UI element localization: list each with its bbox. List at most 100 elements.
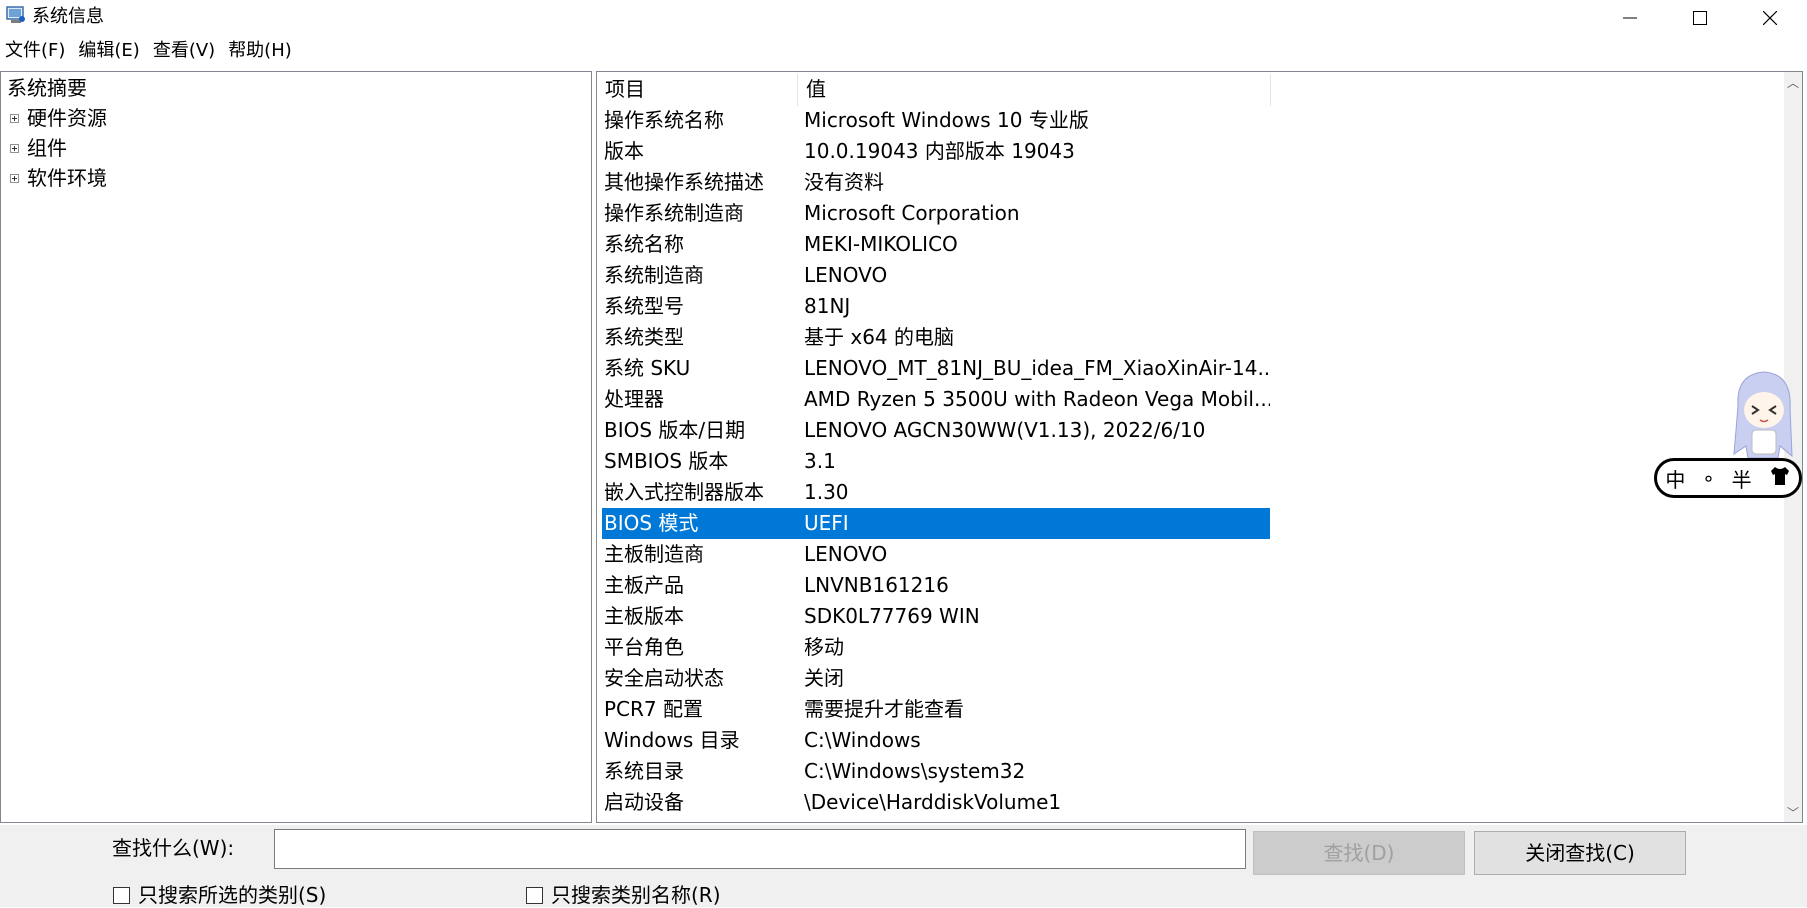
search-category-names-label: 只搜索类别名称(R) [551, 883, 721, 907]
tree-item-software-environment[interactable]: 软件环境 [27, 164, 107, 192]
window-title: 系统信息 [32, 6, 104, 27]
row-item-value: LENOVO_MT_81NJ_BU_idea_FM_XiaoXinAir-14.… [804, 356, 1270, 380]
tree-item-components[interactable]: 组件 [27, 134, 67, 162]
details-list[interactable]: 项目 值 操作系统名称 Microsoft Windows 10 专业版版本 10.… [596, 71, 1803, 823]
list-row[interactable]: Windows 目录 C:\Windows [602, 725, 1270, 756]
list-row[interactable]: 安全启动状态 关闭 [602, 663, 1270, 694]
ime-mascot-image[interactable] [1728, 366, 1798, 462]
row-item-name: 系统目录 [604, 759, 684, 783]
find-label: 查找什么(W): [112, 836, 235, 860]
row-item-value: 关闭 [804, 666, 844, 690]
chevron-down-icon: ﹀ [1786, 805, 1799, 820]
row-item-value: 10.0.19043 内部版本 19043 [804, 139, 1075, 163]
column-header-value[interactable]: 值 [798, 74, 1270, 104]
row-item-name: 其他操作系统描述 [604, 170, 764, 194]
row-item-name: 系统制造商 [604, 263, 704, 287]
ime-mode-chinese[interactable]: 中 [1665, 464, 1685, 493]
search-category-names-checkbox[interactable]: 只搜索类别名称(R) [526, 882, 721, 908]
list-row[interactable]: 处理器 AMD Ryzen 5 3500U with Radeon Vega Mo… [602, 384, 1270, 415]
row-item-value: \Device\HarddiskVolume1 [804, 790, 1062, 814]
close-find-button[interactable]: 关闭查找(C) [1474, 831, 1686, 875]
checkbox-box[interactable] [113, 886, 130, 904]
column-divider[interactable] [1270, 74, 1271, 106]
list-row[interactable]: 其他操作系统描述 没有资料 [602, 167, 1270, 198]
expand-icon[interactable] [10, 114, 19, 123]
maximize-button[interactable] [1665, 0, 1735, 36]
row-item-name: 主板制造商 [604, 542, 704, 566]
row-item-name: 启动设备 [604, 790, 684, 814]
minimize-button[interactable] [1595, 0, 1665, 36]
minimize-icon [1623, 17, 1637, 19]
row-item-value: 3.1 [804, 449, 836, 473]
row-item-value: AMD Ryzen 5 3500U with Radeon Vega Mobil… [804, 387, 1270, 411]
find-input[interactable] [274, 829, 1246, 869]
row-item-name: 系统名称 [604, 232, 684, 256]
row-item-value: MEKI-MIKOLICO [804, 232, 958, 256]
list-row[interactable]: 系统型号 81NJ [602, 291, 1270, 322]
row-item-value: Microsoft Windows 10 专业版 [804, 108, 1089, 132]
chevron-up-icon: ︿ [1786, 75, 1799, 90]
close-button[interactable] [1735, 0, 1805, 36]
ime-punctuation-toggle[interactable]: ∘ [1702, 466, 1715, 490]
ime-half-width-toggle[interactable]: 半 [1732, 464, 1752, 493]
menu-help[interactable]: 帮助(H) [223, 38, 300, 64]
row-item-value: LENOVO [804, 263, 888, 287]
row-item-name: PCR7 配置 [604, 697, 704, 721]
list-row[interactable]: 操作系统制造商 Microsoft Corporation [602, 198, 1270, 229]
list-row[interactable]: 主板制造商 LENOVO [602, 539, 1270, 570]
list-row[interactable]: 启动设备 \Device\HarddiskVolume1 [602, 787, 1270, 818]
menu-bar: 文件(F) 编辑(E) 查看(V) 帮助(H) [0, 38, 300, 64]
find-button[interactable]: 查找(D) [1253, 831, 1465, 875]
list-row[interactable]: 平台角色 移动 [602, 632, 1270, 663]
ime-skin-icon[interactable] [1769, 466, 1791, 491]
row-item-value: LNVNB161216 [804, 573, 949, 597]
tree-item-hardware-resources[interactable]: 硬件资源 [27, 104, 107, 132]
row-item-name: 系统类型 [604, 325, 684, 349]
expand-icon[interactable] [10, 174, 19, 183]
list-row[interactable]: PCR7 配置 需要提升才能查看 [602, 694, 1270, 725]
row-item-name: 安全启动状态 [604, 666, 724, 690]
row-item-value: C:\Windows\system32 [804, 759, 1026, 783]
row-item-value: 没有资料 [804, 170, 884, 194]
row-item-value: LENOVO [804, 542, 888, 566]
find-bar: 查找什么(W): 查找(D) 关闭查找(C) 只搜索所选的类别(S) 只搜索类别… [0, 825, 1807, 907]
row-item-name: BIOS 版本/日期 [604, 418, 746, 442]
column-header-item[interactable]: 项目 [597, 74, 797, 104]
list-row[interactable]: 嵌入式控制器版本 1.30 [602, 477, 1270, 508]
row-item-name: 系统 SKU [604, 356, 691, 380]
list-row[interactable]: 版本 10.0.19043 内部版本 19043 [602, 136, 1270, 167]
scroll-up-button[interactable]: ︿ [1784, 72, 1802, 92]
list-row[interactable]: 操作系统名称 Microsoft Windows 10 专业版 [602, 105, 1270, 136]
row-item-name: 版本 [604, 139, 644, 163]
row-item-name: 系统型号 [604, 294, 684, 318]
list-row[interactable]: 主板版本 SDK0L77769 WIN [602, 601, 1270, 632]
row-item-value: SDK0L77769 WIN [804, 604, 980, 628]
row-item-value: 需要提升才能查看 [804, 697, 964, 721]
search-selected-category-label: 只搜索所选的类别(S) [138, 883, 327, 907]
list-row[interactable]: BIOS 版本/日期 LENOVO AGCN30WW(V1.13), 2022/6… [602, 415, 1270, 446]
search-selected-category-checkbox[interactable]: 只搜索所选的类别(S) [113, 882, 326, 908]
row-item-name: 操作系统名称 [604, 108, 724, 132]
row-item-value: 1.30 [804, 480, 849, 504]
checkbox-box[interactable] [526, 886, 543, 904]
list-row[interactable]: 系统名称 MEKI-MIKOLICO [602, 229, 1270, 260]
list-row[interactable]: BIOS 模式 UEFI [602, 508, 1270, 539]
title-bar: 系统信息 [0, 0, 1807, 36]
list-row[interactable]: 系统 SKU LENOVO_MT_81NJ_BU_idea_FM_XiaoXinA… [602, 353, 1270, 384]
menu-file[interactable]: 文件(F) [0, 38, 73, 64]
ime-toolbar[interactable]: 中 ∘ 半 [1654, 458, 1802, 498]
menu-edit[interactable]: 编辑(E) [73, 38, 147, 64]
scroll-down-button[interactable]: ﹀ [1784, 802, 1802, 822]
list-row[interactable]: 系统目录 C:\Windows\system32 [602, 756, 1270, 787]
list-row[interactable]: 系统类型 基于 x64 的电脑 [602, 322, 1270, 353]
expand-icon[interactable] [10, 144, 19, 153]
row-item-name: 平台角色 [604, 635, 684, 659]
list-row[interactable]: 系统制造商 LENOVO [602, 260, 1270, 291]
tree-item-system-summary[interactable]: 系统摘要 [7, 74, 87, 102]
list-row[interactable]: SMBIOS 版本 3.1 [602, 446, 1270, 477]
row-item-name: 处理器 [604, 387, 664, 411]
menu-view[interactable]: 查看(V) [148, 38, 223, 64]
list-row[interactable]: 主板产品 LNVNB161216 [602, 570, 1270, 601]
system-info-app-icon [6, 6, 26, 24]
category-tree[interactable]: 系统摘要 硬件资源 组件 软件环境 [0, 71, 592, 823]
